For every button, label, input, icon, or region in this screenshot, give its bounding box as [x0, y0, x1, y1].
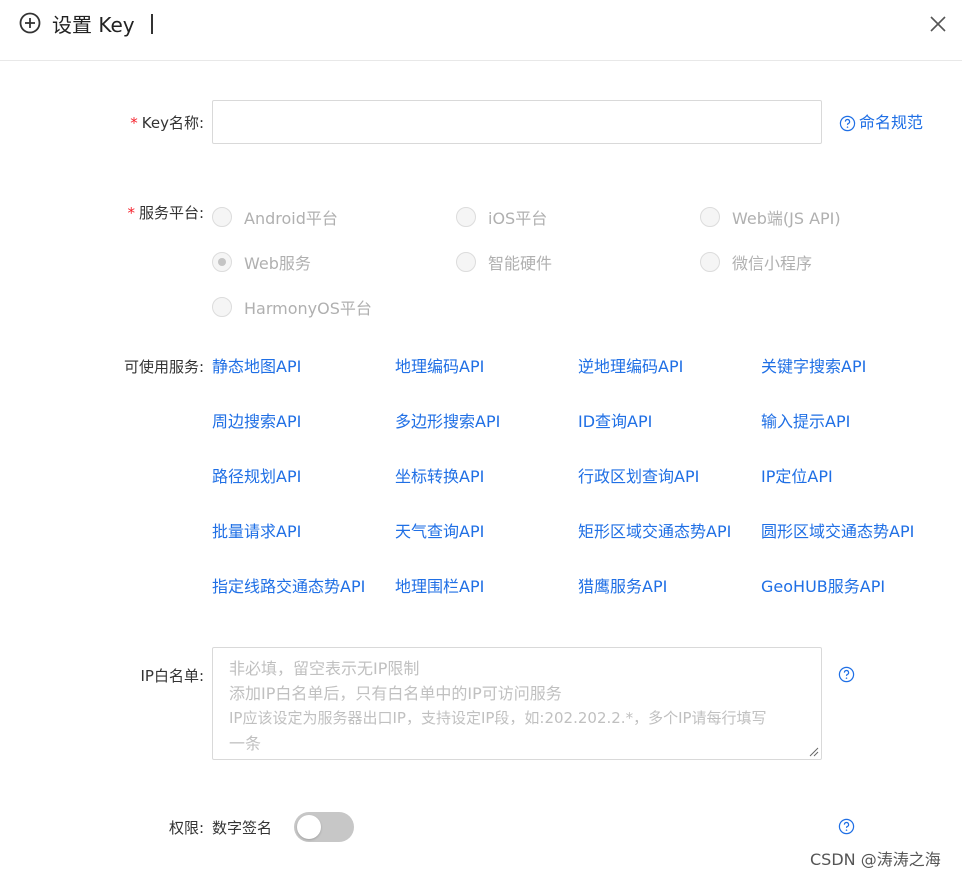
service-link[interactable]: 批量请求API — [212, 522, 301, 542]
service-link[interactable]: 多边形搜索API — [395, 412, 500, 432]
service-link[interactable]: 静态地图API — [212, 357, 301, 377]
close-icon[interactable] — [928, 14, 948, 34]
key-name-label: * Key名称: — [130, 114, 204, 132]
radio-web-js[interactable]: Web端(JS API) — [700, 205, 841, 229]
radio-circle — [212, 297, 232, 317]
service-link[interactable]: 矩形区域交通态势API — [578, 522, 731, 542]
service-link[interactable]: 天气查询API — [395, 522, 484, 542]
question-circle-icon[interactable] — [838, 666, 855, 683]
radio-ios[interactable]: iOS平台 — [456, 205, 547, 229]
digital-signature-label: 数字签名 — [212, 819, 273, 837]
radio-circle-checked — [212, 252, 232, 272]
required-mark: * — [130, 114, 138, 132]
radio-circle — [456, 252, 476, 272]
key-name-input[interactable] — [212, 100, 822, 144]
placeholder-line: 添加IP白名单后，只有白名单中的IP可访问服务 — [229, 684, 562, 703]
services-label: 可使用服务: — [123, 358, 204, 376]
question-circle-icon — [839, 115, 856, 131]
dialog-title: 设置 Key — [52, 13, 135, 37]
placeholder-line: IP应该设定为服务器出口IP，支持设定IP段，如:202.202.2.*，多个I… — [229, 709, 767, 727]
radio-wechat-mini[interactable]: 微信小程序 — [700, 250, 812, 274]
service-link[interactable]: ID查询API — [578, 412, 652, 432]
required-mark: * — [127, 204, 135, 222]
radio-circle — [212, 207, 232, 227]
service-link[interactable]: 周边搜索API — [212, 412, 301, 432]
toggle-knob — [297, 815, 321, 839]
service-link[interactable]: 地理围栏API — [395, 577, 484, 597]
service-link[interactable]: 输入提示API — [761, 412, 850, 432]
resize-handle-icon[interactable] — [809, 747, 819, 757]
radio-web-service[interactable]: Web服务 — [212, 250, 311, 274]
placeholder-line: 一条 — [229, 734, 262, 753]
service-link[interactable]: 地理编码API — [395, 357, 484, 377]
service-link[interactable]: 猎鹰服务API — [578, 577, 667, 597]
service-link[interactable]: 行政区划查询API — [578, 467, 699, 487]
dialog-header: 设置 Key — [0, 0, 962, 61]
ip-whitelist-textarea[interactable]: 非必填，留空表示无IP限制 添加IP白名单后，只有白名单中的IP可访问服务 IP… — [212, 647, 822, 760]
radio-harmonyos[interactable]: HarmonyOS平台 — [212, 295, 372, 319]
digital-signature-toggle[interactable] — [294, 812, 354, 842]
service-link[interactable]: 坐标转换API — [395, 467, 484, 487]
service-link[interactable]: 路径规划API — [212, 467, 301, 487]
service-link[interactable]: 圆形区域交通态势API — [761, 522, 914, 542]
ip-whitelist-label: IP白名单: — [140, 667, 204, 685]
radio-android[interactable]: Android平台 — [212, 205, 338, 229]
permission-label: 权限: — [168, 819, 204, 837]
plus-circle-icon — [19, 12, 41, 34]
service-link[interactable]: 指定线路交通态势API — [212, 577, 365, 597]
text-cursor — [151, 14, 153, 34]
radio-circle — [456, 207, 476, 227]
radio-circle — [700, 252, 720, 272]
service-link[interactable]: 逆地理编码API — [578, 357, 683, 377]
service-link[interactable]: IP定位API — [761, 467, 833, 487]
service-link[interactable]: GeoHUB服务API — [761, 577, 885, 597]
radio-smart-hardware[interactable]: 智能硬件 — [456, 250, 552, 274]
platform-label: * 服务平台: — [127, 204, 204, 222]
question-circle-icon[interactable] — [838, 818, 855, 835]
naming-rule-link[interactable]: 命名规范 — [839, 113, 923, 133]
radio-circle — [700, 207, 720, 227]
placeholder-line: 非必填，留空表示无IP限制 — [229, 659, 420, 678]
watermark: CSDN @涛涛之海 — [810, 850, 941, 869]
service-link[interactable]: 关键字搜索API — [761, 357, 866, 377]
